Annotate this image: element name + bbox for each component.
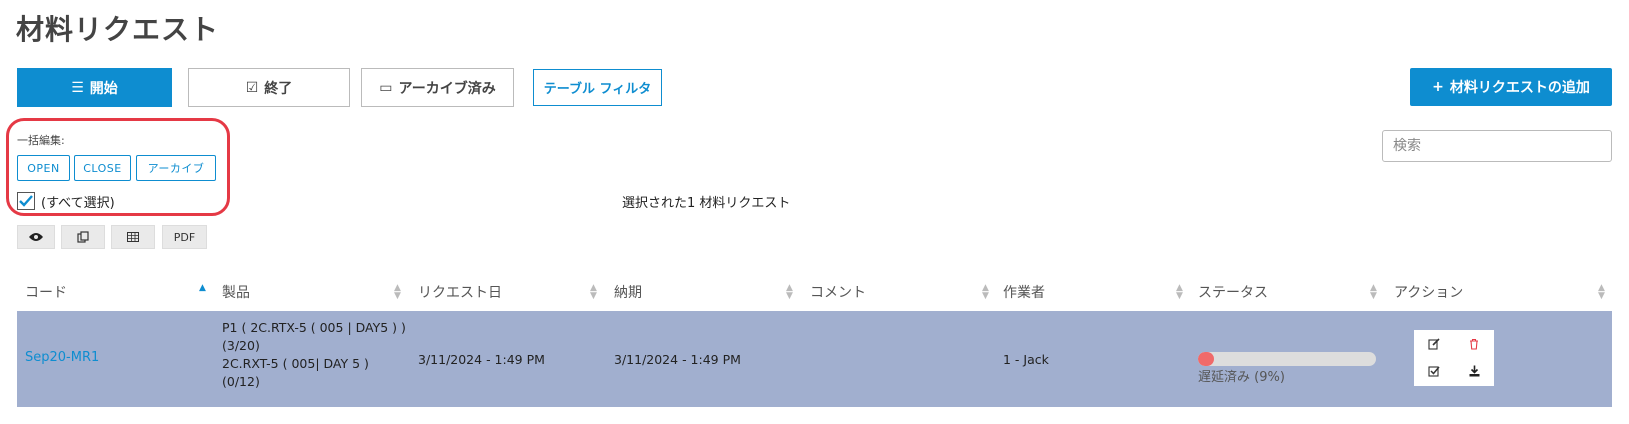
column-header-product[interactable]: 製品: [222, 282, 250, 302]
sort-icon[interactable]: ▲ ▼: [982, 284, 989, 301]
table-view-button[interactable]: [111, 225, 155, 249]
selection-info: 選択された1 材料リクエスト: [622, 196, 791, 211]
download-icon: [1469, 365, 1479, 377]
row-code-link[interactable]: Sep20-MR1: [25, 350, 99, 365]
row-worker: 1 - Jack: [1003, 352, 1049, 367]
copy-icon: [77, 231, 89, 243]
tab-archived-label: アーカイブ済み: [398, 80, 496, 97]
bulk-edit-label: 一括編集:: [17, 134, 65, 147]
column-header-worker[interactable]: 作業者: [1003, 282, 1045, 302]
page-title: 材料リクエスト: [16, 13, 220, 46]
edit-button[interactable]: [1425, 335, 1443, 353]
product-line: (3/20): [222, 338, 260, 353]
tab-closed[interactable]: ☑ 終了: [188, 68, 350, 107]
sort-icon[interactable]: ▲ ▼: [786, 284, 793, 301]
check-icon: [19, 195, 33, 207]
select-all-checkbox[interactable]: [17, 192, 35, 210]
tab-archived[interactable]: ▭ アーカイブ済み: [361, 68, 514, 107]
row-due-date: 3/11/2024 - 1:49 PM: [614, 352, 741, 367]
column-header-code[interactable]: コード: [25, 282, 67, 302]
column-header-action[interactable]: アクション: [1394, 282, 1463, 302]
tab-open-label: 開始: [89, 80, 118, 97]
copy-button[interactable]: [61, 225, 105, 249]
close-request-button[interactable]: [1425, 362, 1443, 380]
sort-icon[interactable]: ▲: [199, 284, 206, 293]
column-header-due-date[interactable]: 納期: [614, 282, 642, 302]
view-button[interactable]: [17, 225, 55, 249]
pdf-button[interactable]: PDF: [162, 225, 207, 249]
trash-icon: [1470, 338, 1478, 350]
column-header-comment[interactable]: コメント: [810, 282, 866, 302]
list-icon: ☰: [71, 79, 84, 96]
check-square-icon: ☑: [245, 79, 259, 96]
inbox-icon: ▭: [379, 79, 393, 96]
bulk-open-button[interactable]: OPEN: [17, 155, 70, 181]
plus-icon: +: [1432, 79, 1444, 95]
product-line: P1 ( 2C.RTX-5 ( 005 | DAY5 ) ): [222, 320, 406, 335]
sort-icon[interactable]: ▲ ▼: [1176, 284, 1183, 301]
row-product: P1 ( 2C.RTX-5 ( 005 | DAY5 ) ) (3/20) 2C…: [222, 319, 406, 391]
bulk-archive-button[interactable]: アーカイブ: [136, 155, 216, 181]
status-progress-bar: [1198, 352, 1376, 366]
select-all-label: (すべて選択): [41, 196, 115, 211]
product-line: (0/12): [222, 374, 260, 389]
tab-closed-label: 終了: [264, 80, 293, 97]
column-header-status[interactable]: ステータス: [1198, 282, 1268, 302]
bulk-close-button[interactable]: CLOSE: [74, 155, 131, 181]
sort-icon[interactable]: ▲ ▼: [394, 284, 401, 301]
table-filter-button[interactable]: テーブル フィルタ: [533, 69, 662, 106]
check-square-icon: [1428, 366, 1440, 377]
status-text: 遅延済み (9%): [1198, 370, 1285, 385]
column-header-request-date[interactable]: リクエスト日: [418, 282, 502, 302]
sort-icon[interactable]: ▲ ▼: [590, 284, 597, 301]
download-button[interactable]: [1465, 362, 1483, 380]
tab-open[interactable]: ☰ 開始: [17, 68, 172, 107]
row-actions: [1414, 330, 1494, 386]
product-line: 2C.RXT-5 ( 005| DAY 5 ): [222, 356, 369, 371]
search-input[interactable]: [1382, 130, 1612, 162]
edit-icon: [1428, 338, 1440, 350]
row-request-date: 3/11/2024 - 1:49 PM: [418, 352, 545, 367]
sort-icon[interactable]: ▲ ▼: [1598, 284, 1605, 301]
status-progress-fill: [1198, 352, 1215, 366]
table-icon: [127, 232, 139, 242]
add-material-request-button[interactable]: + 材料リクエストの追加: [1410, 68, 1612, 106]
sort-icon[interactable]: ▲ ▼: [1370, 284, 1377, 301]
add-button-label: 材料リクエストの追加: [1449, 80, 1590, 96]
eye-icon: [29, 233, 43, 241]
delete-button[interactable]: [1465, 335, 1483, 353]
